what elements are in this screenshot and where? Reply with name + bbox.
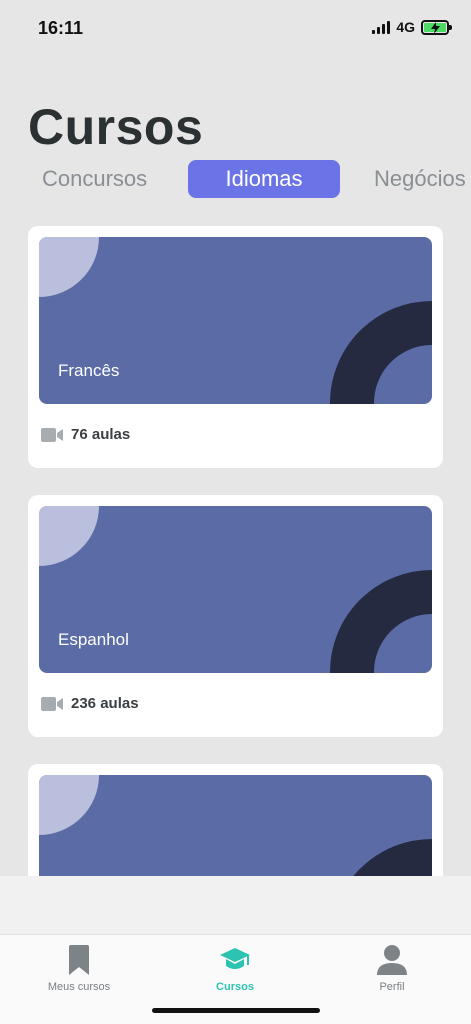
course-banner: Francês bbox=[39, 237, 432, 404]
nav-cursos[interactable]: Cursos bbox=[175, 945, 295, 993]
nav-label: Meus cursos bbox=[47, 981, 111, 993]
course-meta: 76 aulas bbox=[41, 426, 130, 443]
course-name: Espanhol bbox=[58, 630, 129, 649]
course-banner bbox=[39, 775, 432, 876]
decorative-ring bbox=[330, 301, 432, 404]
category-tabs: Concursos Idiomas Negócios bbox=[0, 160, 471, 198]
charging-bolt-icon bbox=[431, 21, 440, 34]
course-meta: 236 aulas bbox=[41, 695, 139, 712]
user-icon bbox=[377, 945, 407, 975]
status-icons: 4G bbox=[372, 19, 452, 35]
nav-perfil[interactable]: Perfil bbox=[332, 945, 452, 993]
status-bar: 16:11 4G bbox=[0, 0, 471, 56]
status-time: 16:11 bbox=[38, 18, 84, 38]
nav-meus-cursos[interactable]: Meus cursos bbox=[19, 945, 139, 993]
course-list[interactable]: Francês 76 aulas Espanhol 236 aulas bbox=[0, 222, 471, 876]
lesson-count: 76 aulas bbox=[71, 426, 131, 443]
battery-icon bbox=[421, 19, 452, 35]
decorative-ring bbox=[330, 570, 432, 673]
network-type: 4G bbox=[396, 19, 415, 35]
tab-negocios[interactable]: Negócios bbox=[374, 160, 466, 198]
battery-fill bbox=[424, 21, 446, 34]
tab-concursos[interactable]: Concursos bbox=[42, 160, 147, 198]
page-title: Cursos bbox=[28, 99, 204, 155]
nav-label: Cursos bbox=[216, 981, 254, 993]
course-card-espanhol[interactable]: Espanhol 236 aulas bbox=[28, 495, 443, 737]
course-name: Francês bbox=[58, 361, 120, 380]
lesson-count: 236 aulas bbox=[71, 695, 139, 712]
graduation-cap-icon bbox=[220, 948, 250, 969]
home-indicator[interactable] bbox=[152, 1008, 320, 1013]
decorative-circle bbox=[39, 237, 99, 297]
video-camera-icon bbox=[41, 696, 63, 711]
content-footer-gap bbox=[0, 876, 471, 934]
video-camera-icon bbox=[41, 427, 63, 442]
decorative-ring bbox=[330, 839, 432, 876]
course-card-partial[interactable] bbox=[28, 764, 443, 876]
tab-idiomas[interactable]: Idiomas bbox=[188, 160, 340, 198]
course-banner: Espanhol bbox=[39, 506, 432, 673]
signal-icon bbox=[372, 20, 391, 34]
decorative-circle bbox=[39, 506, 99, 566]
course-card-frances[interactable]: Francês 76 aulas bbox=[28, 226, 443, 468]
bookmark-icon bbox=[69, 945, 89, 975]
nav-label: Perfil bbox=[379, 981, 405, 993]
decorative-circle bbox=[39, 775, 99, 835]
